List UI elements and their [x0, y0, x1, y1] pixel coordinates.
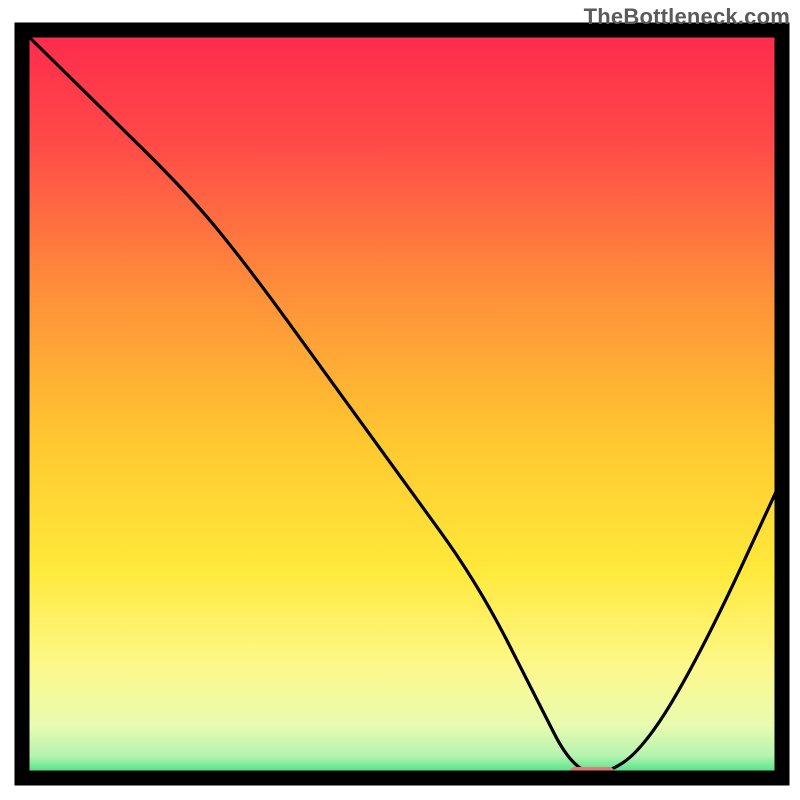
watermark-text: TheBottleneck.com — [584, 4, 790, 30]
chart-container: TheBottleneck.com — [0, 0, 800, 800]
bottleneck-chart — [0, 0, 800, 800]
